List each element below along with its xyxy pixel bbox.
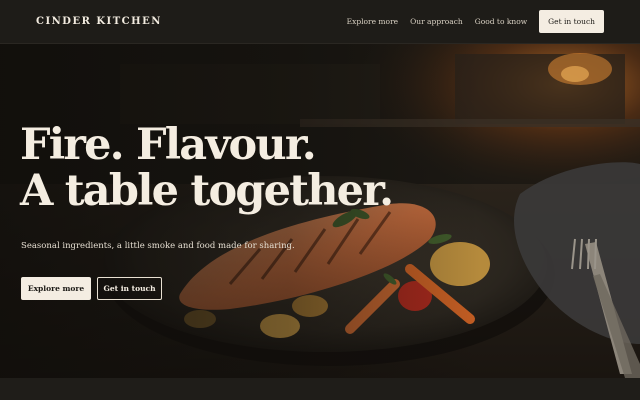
explore-more-button[interactable]: Explore more (21, 277, 91, 300)
main-nav: Explore more Our approach Good to know G… (335, 10, 604, 33)
hero-headline-line-1: Fire. Flavour. (20, 120, 317, 170)
brand-logo[interactable]: CINDER KITCHEN (36, 16, 162, 27)
get-in-touch-button[interactable]: Get in touch (97, 277, 162, 300)
hero-section: Fire. Flavour. A table together. Seasona… (0, 44, 640, 378)
page-footer-strip (0, 378, 640, 400)
nav-our-approach[interactable]: Our approach (410, 17, 463, 26)
hero-headline-line-2: A table together. (20, 166, 394, 216)
nav-explore-more[interactable]: Explore more (347, 17, 398, 26)
hero-headline: Fire. Flavour. A table together. (20, 120, 394, 216)
hero-subtitle: Seasonal ingredients, a little smoke and… (21, 241, 295, 251)
header-get-in-touch-button[interactable]: Get in touch (539, 10, 604, 33)
nav-good-to-know[interactable]: Good to know (475, 17, 527, 26)
site-header: CINDER KITCHEN Explore more Our approach… (0, 0, 640, 44)
